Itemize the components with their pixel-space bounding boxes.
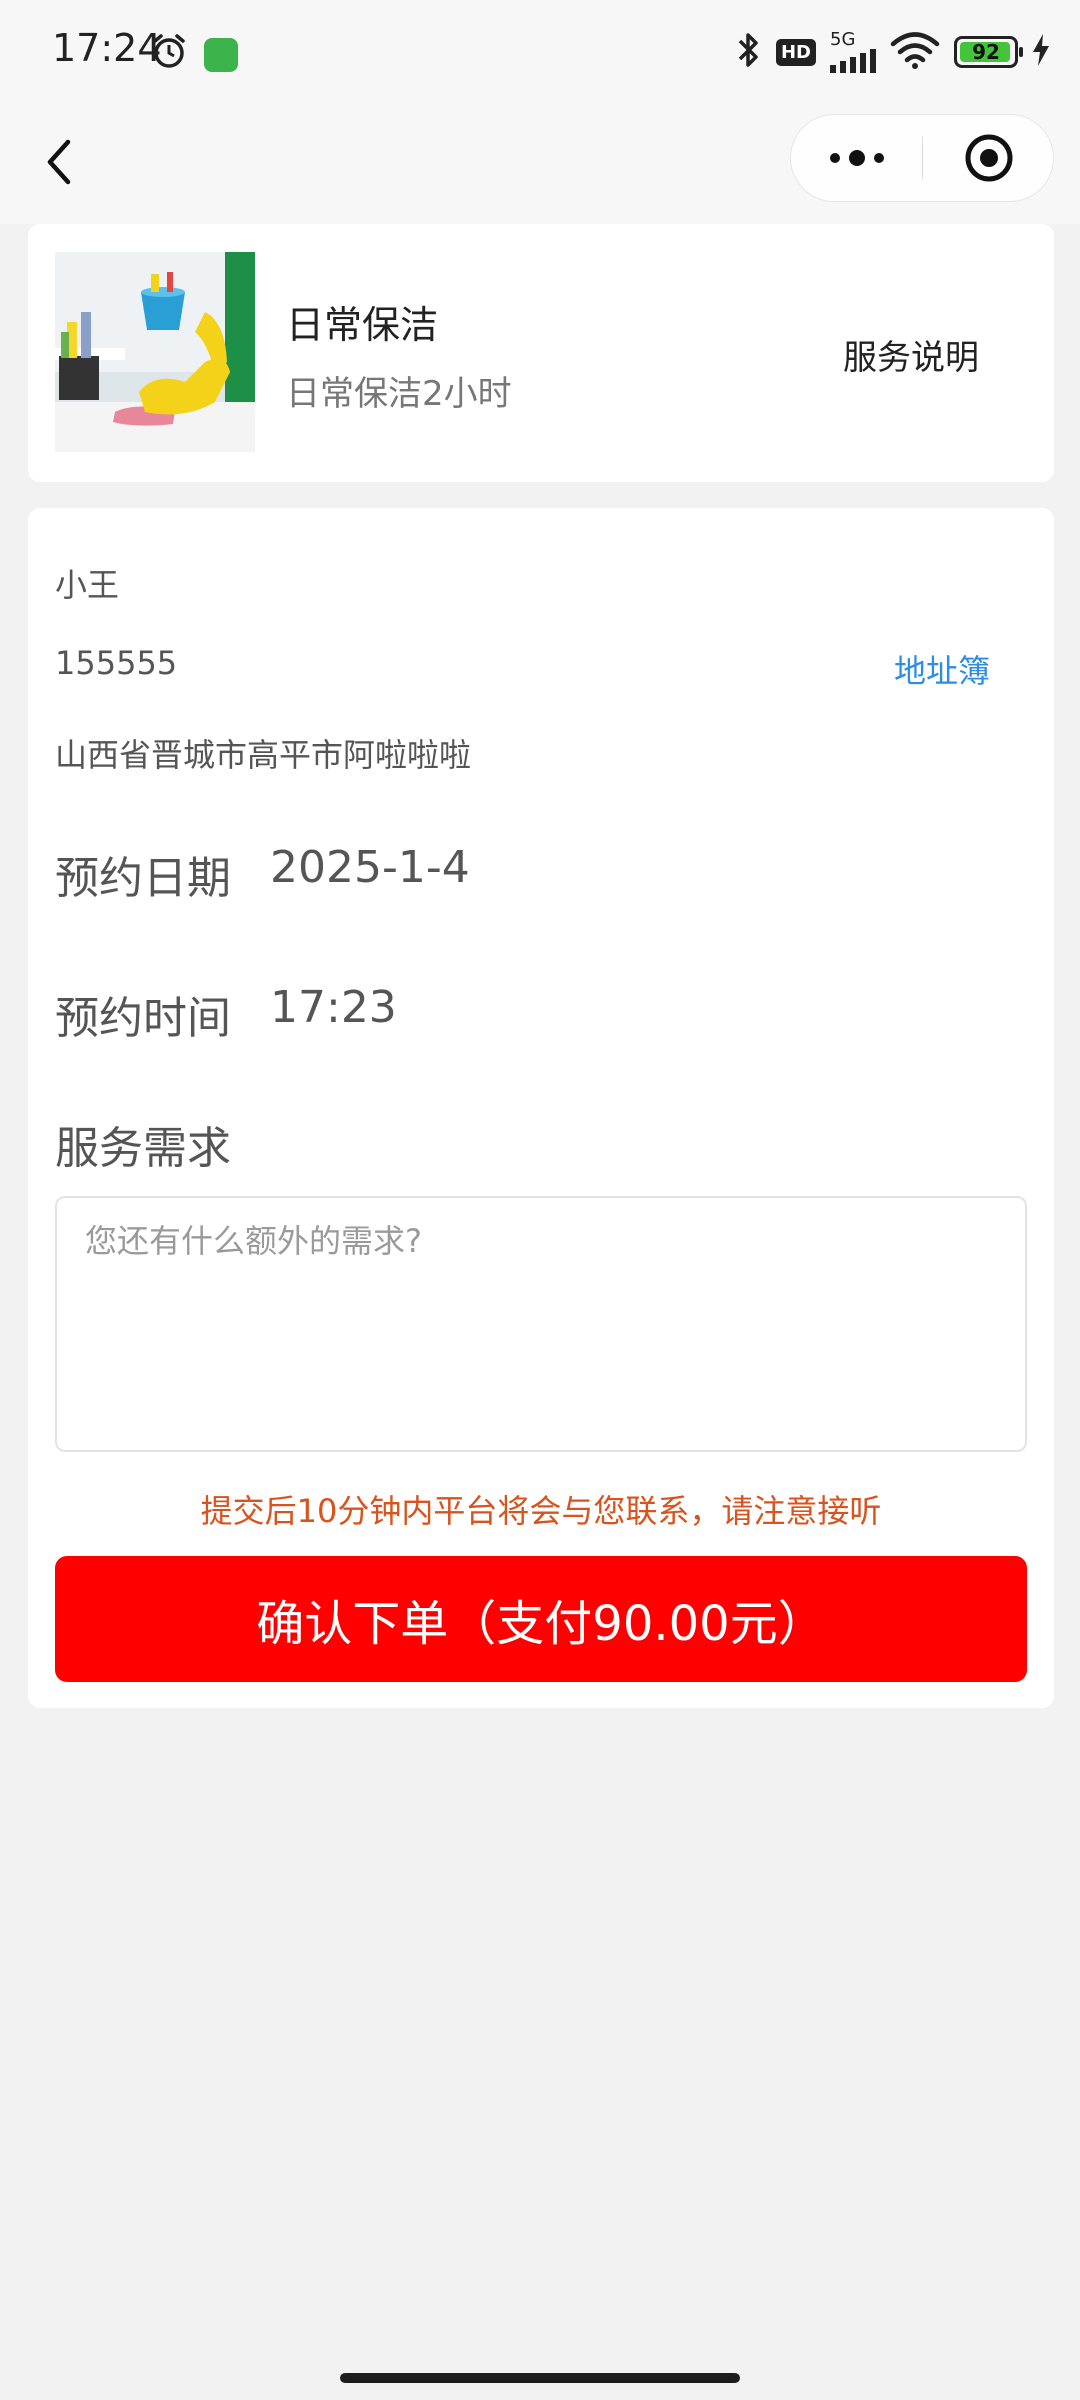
booking-date-label: 预约日期 xyxy=(55,853,231,904)
home-indicator[interactable] xyxy=(340,2373,740,2383)
order-form-card: 小王 155555 地址簿 山西省晋城市高平市阿啦啦啦 预约日期 2025-1-… xyxy=(28,508,1054,1708)
status-icons: HD 5G 92 xyxy=(736,30,1050,74)
service-card: 日常保洁 日常保洁2小时 服务说明 xyxy=(28,224,1054,482)
bluetooth-icon xyxy=(736,30,762,74)
app-notification-icon xyxy=(204,38,238,72)
address-book-link[interactable]: 地址簿 xyxy=(894,646,990,692)
contact-address: 山西省晋城市高平市阿啦啦啦 xyxy=(55,736,472,774)
signal-icon: 5G xyxy=(830,31,876,73)
service-explain-link[interactable]: 服务说明 xyxy=(843,330,979,379)
service-subtitle: 日常保洁2小时 xyxy=(286,374,512,414)
wifi-icon xyxy=(890,31,940,73)
close-miniprogram-button[interactable] xyxy=(923,115,1054,201)
confirm-order-button[interactable]: 确认下单（支付90.00元） xyxy=(55,1556,1027,1682)
charging-icon xyxy=(1032,34,1050,70)
back-button[interactable] xyxy=(40,134,80,190)
service-name: 日常保洁 xyxy=(286,303,439,347)
status-bar: 17:24 HD 5G 92 xyxy=(0,0,1080,100)
target-icon xyxy=(965,134,1012,182)
contact-name: 小王 xyxy=(55,566,120,604)
booking-time-label: 预约时间 xyxy=(55,993,231,1044)
more-icon xyxy=(829,150,884,166)
more-button[interactable] xyxy=(791,115,922,201)
miniprogram-capsule xyxy=(790,114,1054,202)
back-icon xyxy=(47,139,71,185)
booking-time-picker[interactable]: 17:23 xyxy=(270,982,397,1033)
battery-icon: 92 xyxy=(954,36,1023,68)
requirements-label: 服务需求 xyxy=(55,1123,231,1174)
battery-level: 92 xyxy=(972,40,1000,64)
status-time: 17:24 xyxy=(52,26,162,70)
nav-bar xyxy=(0,100,1080,224)
hd-badge: HD xyxy=(775,38,816,66)
requirements-input[interactable] xyxy=(55,1196,1027,1452)
alarm-icon xyxy=(150,32,188,70)
service-thumbnail xyxy=(55,252,255,452)
network-type-label: 5G xyxy=(830,29,856,50)
contact-phone: 155555 xyxy=(55,644,178,682)
contact-notice: 提交后10分钟内平台将会与您联系，请注意接听 xyxy=(200,1492,882,1530)
booking-date-picker[interactable]: 2025-1-4 xyxy=(270,842,470,893)
order-page: 17:24 HD 5G 92 日常保洁 日常保洁2小时 服务说明 小王 1555… xyxy=(0,0,1080,2400)
